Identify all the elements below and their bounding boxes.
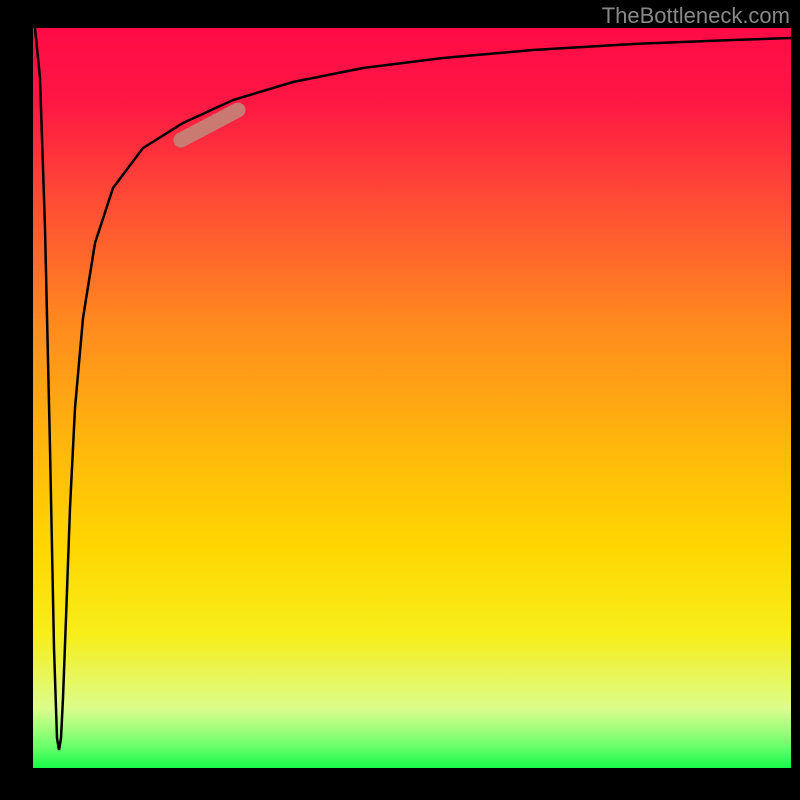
watermark-text: TheBottleneck.com [602,3,790,29]
highlight-segment [181,110,238,140]
chart-curve-svg [33,28,791,768]
bottleneck-curve [35,28,791,750]
